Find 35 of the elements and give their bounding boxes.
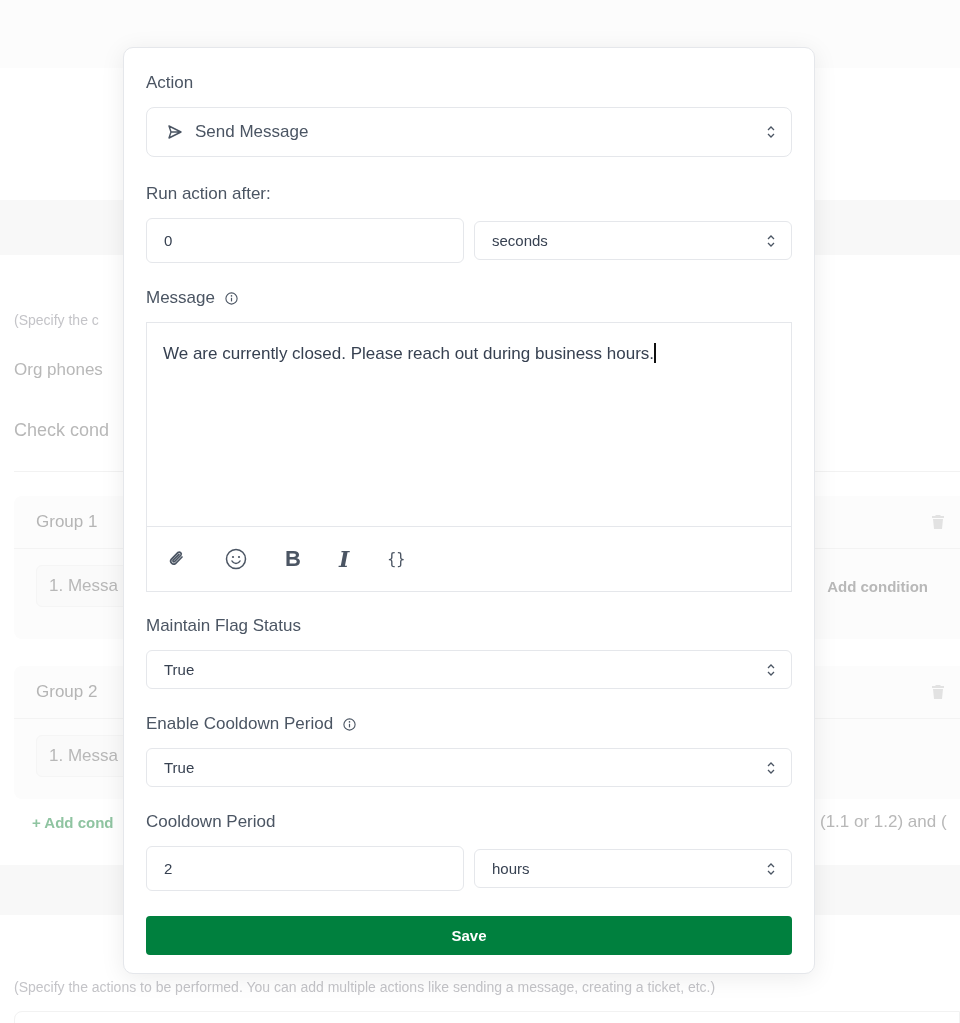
field-label: Action — [146, 73, 195, 93]
chevron-updown-icon — [767, 663, 775, 676]
info-icon[interactable] — [225, 291, 238, 305]
send-icon — [167, 124, 183, 140]
text-cursor — [654, 343, 656, 363]
italic-button[interactable]: I — [338, 546, 350, 572]
hint-text: (Specify the actions to be performed. You can add multiple actions like sending a message, creating a ticket, etc.) — [14, 979, 716, 995]
smiley-icon[interactable] — [225, 548, 247, 570]
field-label: Cooldown Period — [146, 812, 276, 832]
dropdown-select[interactable]: True — [146, 650, 792, 689]
action-select[interactable]: Send Message — [146, 107, 792, 157]
section-title: Check cond — [14, 420, 110, 441]
chevron-updown-icon — [767, 126, 775, 138]
field-label: Maintain Flag Status — [146, 616, 301, 636]
bold-button[interactable]: B — [285, 546, 301, 572]
unit-select[interactable]: hours — [474, 849, 792, 888]
number-field[interactable]: 0 — [146, 218, 464, 263]
field-label: Message — [146, 288, 215, 308]
hint-text: (Specify the c — [14, 312, 99, 328]
variable-button[interactable]: {} — [387, 550, 406, 568]
info-icon[interactable] — [343, 717, 357, 731]
save-button[interactable]: Save — [146, 916, 792, 955]
field-label: Run action after: — [146, 184, 272, 204]
chevron-updown-icon — [767, 862, 775, 875]
field-label: Org phones — [14, 360, 103, 380]
field-label: Enable Cooldown Period — [146, 714, 334, 734]
chevron-updown-icon — [767, 761, 775, 774]
group-title: Group 2 — [36, 682, 98, 702]
group-title: Group 1 — [36, 512, 98, 532]
dropdown-select[interactable]: True — [146, 748, 792, 787]
message-field[interactable]: We are currently closed. Please reach out during business hours. — [147, 323, 791, 526]
chevron-updown-icon — [767, 234, 775, 247]
number-field[interactable]: 2 — [146, 846, 464, 891]
unit-select[interactable]: seconds — [474, 221, 792, 260]
condition-expression: (1.1 or 1.2) and ( — [820, 812, 947, 832]
